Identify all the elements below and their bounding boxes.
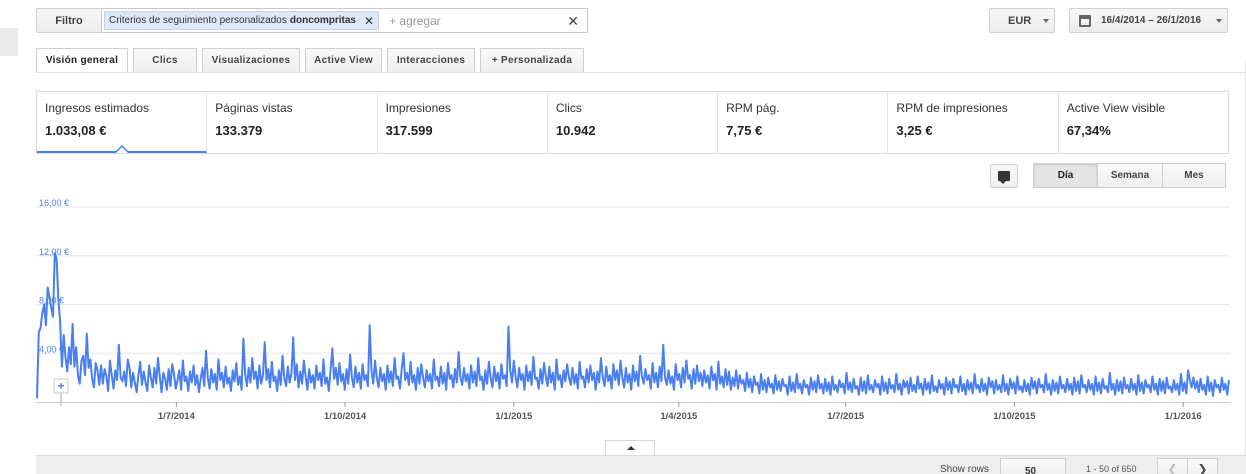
filter-chip-value: doncompritas [289,15,356,26]
metric-card-clics[interactable]: Clics 10.942 [548,92,719,153]
metric-label: Ingresos estimados [45,101,150,115]
currency-select[interactable]: EUR [989,8,1055,33]
metric-card-active-view[interactable]: Active View visible 67,34% [1059,92,1228,153]
chevron-left-icon[interactable]: ❮ [1157,458,1188,474]
metric-value: 3,25 € [896,123,933,138]
left-nav-highlight [0,28,18,56]
tab-vision-general[interactable]: Visión general [36,48,128,73]
metric-label: Active View visible [1066,101,1166,115]
x-tick-label: 1/7/2015 [827,411,865,422]
currency-value: EUR [1008,14,1032,27]
calendar-icon [1079,15,1091,27]
filter-add-input[interactable]: + agregar [389,14,441,28]
metric-cards: Ingresos estimados 1.033,08 € Páginas vi… [36,91,1229,154]
show-rows-label: Show rows [940,464,989,474]
metric-label: Páginas vistas [215,101,293,115]
chevron-down-icon [1043,19,1049,23]
chevron-right-icon[interactable]: ❯ [1187,458,1218,474]
period-toggle: Día Semana Mes [1033,163,1226,188]
period-week-button[interactable]: Semana [1097,163,1163,188]
filter-button[interactable]: Filtro [36,8,102,33]
close-icon[interactable]: ✕ [364,14,374,28]
clear-filter-icon[interactable]: ✕ [567,13,579,30]
metric-card-ingresos[interactable]: Ingresos estimados 1.033,08 € [37,92,208,153]
x-tick-label: 1/4/2015 [660,411,698,422]
pager: ❮ ❯ [1157,458,1218,474]
filter-chip[interactable]: Criterios de seguimiento personalizados … [104,11,380,30]
revenue-chart-svg: 16,00 €12,00 €8,00 €4,00 €1/7/2014 1/10/2… [36,198,1230,422]
tab-personalizada[interactable]: + Personalizada [480,48,584,73]
metric-value: 67,34% [1066,123,1111,138]
collapse-arrow-icon [627,446,635,450]
x-tick-label: 1/1/2016 [1165,411,1202,422]
collapse-chart-tab[interactable] [605,440,655,455]
x-tick-label: 1/10/2015 [993,411,1036,422]
metric-value: 133.379 [215,123,263,138]
date-range-label: 16/4/2014 – 26/1/2016 [1101,15,1202,26]
y-tick-label: 16,00 € [39,198,69,208]
annotations-button[interactable] [990,164,1018,188]
metric-label: RPM de impresiones [896,101,1008,115]
x-tick-label: 1/7/2014 [158,411,196,422]
date-range-picker[interactable]: 16/4/2014 – 26/1/2016 [1069,8,1228,33]
filter-input-box[interactable]: Criterios de seguimiento personalizados … [101,8,588,33]
comment-icon [998,171,1010,184]
chevron-down-icon [1216,19,1222,23]
rows-per-page-select[interactable]: 50 [1000,458,1066,474]
filter-chip-prefix: Criterios de seguimiento personalizados [109,15,287,26]
x-tick-label: 1/10/2014 [324,411,367,422]
tab-visualizaciones[interactable]: Visualizaciones [202,48,300,73]
metric-label: Clics [555,101,582,115]
series-line [36,252,1230,399]
metric-value: 10.942 [555,123,596,138]
metric-value: 317.599 [385,123,433,138]
period-month-button[interactable]: Mes [1162,163,1226,188]
metric-card-paginas-vistas[interactable]: Páginas vistas 133.379 [207,92,378,153]
metric-label: Impresiones [385,101,451,115]
left-gutter [0,0,18,474]
revenue-chart: 16,00 €12,00 €8,00 €4,00 €1/7/2014 1/10/2… [36,196,1230,432]
active-notch [115,145,129,153]
report-tabs: Visión general Clics Visualizaciones Act… [36,48,589,73]
tab-active-view[interactable]: Active View [305,48,382,73]
metric-value: 1.033,08 € [45,123,107,138]
add-annotation-plus: + [57,379,64,393]
metric-card-impresiones[interactable]: Impresiones 317.599 [378,92,548,153]
metric-card-rpm-impresiones[interactable]: RPM de impresiones 3,25 € [888,92,1059,153]
metric-card-rpm-pag[interactable]: RPM pág. 7,75 € [718,92,889,153]
pagination-range: 1 - 50 of 650 [1086,464,1137,474]
tab-clics[interactable]: Clics [133,48,197,73]
period-day-button[interactable]: Día [1033,163,1098,188]
tabs-divider [36,72,1246,73]
metric-label: RPM pág. [726,101,780,115]
tab-interacciones[interactable]: Interacciones [387,48,475,73]
x-tick-label: 1/1/2015 [495,411,533,422]
metric-value: 7,75 € [726,123,763,138]
